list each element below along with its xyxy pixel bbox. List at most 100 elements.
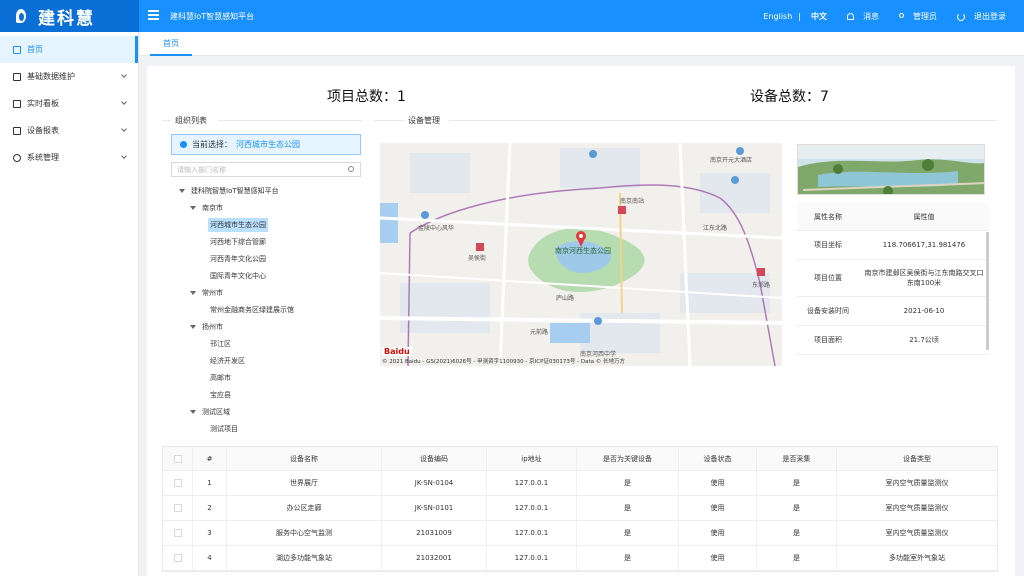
row-checkbox[interactable] (173, 504, 182, 512)
device-count: 设备总数：7 (750, 89, 829, 105)
top-bar: 建科慧 建科慧IoT智慧感知平台 English | 中文 消息 管理员 退出登… (0, 0, 1024, 32)
cell-type: 室内空气质量监测仪 (885, 479, 949, 487)
table-row[interactable]: 1 世界展厅 JK-SN-0104 127.0.0.1 是 使用 是 室内空气质… (163, 471, 997, 496)
user-button[interactable]: 管理员 (893, 11, 937, 22)
tree-node[interactable]: 扬州市 (171, 318, 361, 335)
tree-node-selected[interactable]: 河西城市生态公园 (171, 216, 361, 233)
project-map[interactable]: 南京河西生态公园 南京开元大酒店 吴侯街 金陵中心风华 庐山路 东郊路 江东北路… (380, 143, 782, 366)
menu-toggle-icon[interactable] (148, 10, 159, 20)
device-mgmt-title: 设备管理 (408, 116, 440, 125)
table-row[interactable]: 4 湖边多功能气象站 21032001 127.0.0.1 是 使用 是 多功能… (163, 546, 997, 571)
property-row: 项目面积 21.7公顷 (797, 326, 989, 355)
tree-node[interactable]: 邗江区 (171, 335, 361, 352)
column-header: 设备状态 (679, 447, 757, 470)
search-icon[interactable] (348, 166, 354, 172)
column-header: 是否为关键设备 (577, 447, 679, 470)
search-placeholder: 请输入部门名称 (177, 165, 226, 174)
cell-name: 世界展厅 (227, 471, 382, 495)
select-all-cell (163, 447, 193, 470)
sidebar-item-label: 基础数据维护 (27, 72, 75, 81)
info-icon (180, 141, 187, 148)
chevron-down-icon (121, 126, 127, 132)
cell-status: 使用 (679, 471, 757, 495)
cell-name: 办公区走廊 (227, 496, 382, 520)
row-checkbox[interactable] (173, 554, 182, 562)
cell-status: 使用 (679, 496, 757, 520)
sidebar-item-reports[interactable]: 设备报表 (0, 117, 138, 144)
row-select-cell (163, 546, 193, 570)
select-all-checkbox[interactable] (173, 454, 182, 463)
dept-search-input[interactable]: 请输入部门名称 (171, 162, 361, 177)
cell-ip: 127.0.0.1 (487, 546, 577, 570)
park-aerial-image (798, 145, 984, 194)
cell-code: 21032001 (382, 546, 487, 570)
tree-node[interactable]: 河西青年文化公园 (171, 250, 361, 267)
tree-node[interactable]: 南京市 (171, 199, 361, 216)
sidebar: 首页 基础数据维护 实时看板 设备报表 系统管理 (0, 32, 139, 576)
cell-index: 1 (193, 471, 227, 495)
project-count: 项目总数：1 (327, 89, 406, 105)
tree-node[interactable]: 建科院智慧IoT智慧感知平台 (171, 182, 361, 199)
cell-index: 3 (193, 521, 227, 545)
sidebar-item-system[interactable]: 系统管理 (0, 144, 138, 171)
tree-node[interactable]: 国际青年文化中心 (171, 267, 361, 284)
tree-node[interactable]: 测试项目 (171, 420, 361, 437)
property-scrollbar[interactable] (986, 232, 989, 350)
sidebar-item-basic-data[interactable]: 基础数据维护 (0, 63, 138, 90)
tree-node[interactable]: 河西地下综合管廊 (171, 233, 361, 250)
messages-button[interactable]: 消息 (841, 11, 879, 22)
power-icon (957, 12, 965, 21)
table-row[interactable]: 2 办公区走廊 JK-SN-0101 127.0.0.1 是 使用 是 室内空气… (163, 496, 997, 521)
column-header: 设备编码 (382, 447, 487, 470)
logout-button[interactable]: 退出登录 (951, 11, 1006, 22)
property-row: 项目位置 南京市建邺区吴侯街与江东南路交叉口东南100米 (797, 260, 989, 297)
logo[interactable]: 建科慧 (0, 0, 139, 32)
tree-node[interactable]: 高邮市 (171, 369, 361, 386)
row-checkbox[interactable] (173, 479, 182, 487)
tree-node[interactable]: 宝应县 (171, 386, 361, 403)
tree-node[interactable]: 常州市 (171, 284, 361, 301)
logout-label: 退出登录 (974, 12, 1006, 21)
cell-key-device: 是 (577, 546, 679, 570)
board-icon (13, 99, 21, 108)
sidebar-item-label: 实时看板 (27, 99, 59, 108)
user-label: 管理员 (913, 12, 937, 21)
tree-node[interactable]: 经济开发区 (171, 352, 361, 369)
property-row: 项目坐标 118.706617,31.981476 (797, 231, 989, 260)
lang-chinese[interactable]: 中文 (811, 11, 827, 22)
tab-bar: 首页 (140, 32, 1024, 56)
property-value: 21.7公顷 (909, 336, 939, 344)
table-row[interactable]: 3 服务中心空气监测 21031009 127.0.0.1 是 使用 是 室内空… (163, 521, 997, 546)
map-label: 东郊路 (752, 282, 771, 289)
lang-english[interactable]: English (763, 12, 792, 21)
row-select-cell (163, 496, 193, 520)
cell-collect: 是 (757, 521, 837, 545)
tree-node[interactable]: 常州金融商务区绿建展示馆 (171, 301, 361, 318)
cell-ip: 127.0.0.1 (487, 471, 577, 495)
cell-ip: 127.0.0.1 (487, 496, 577, 520)
cell-name: 湖边多功能气象站 (227, 546, 382, 570)
row-checkbox[interactable] (173, 529, 182, 537)
divider (374, 120, 404, 121)
selection-value: 河西城市生态公园 (236, 140, 300, 149)
table-header: # 设备名称 设备编码 ip地址 是否为关键设备 设备状态 是否采集 设备类型 (163, 447, 997, 471)
map-label: 江东北路 (703, 225, 728, 232)
edit-icon (13, 72, 21, 81)
gear-icon (13, 153, 21, 162)
cell-key-device: 是 (577, 521, 679, 545)
sidebar-item-home[interactable]: 首页 (0, 36, 138, 63)
sidebar-item-dashboard[interactable]: 实时看板 (0, 90, 138, 117)
property-row: 设备安装时间 2021-06-10 (797, 297, 989, 326)
tree-node[interactable]: 测试区域 (171, 403, 361, 420)
tab-home[interactable]: 首页 (150, 32, 192, 56)
column-header: 是否采集 (757, 447, 837, 470)
cell-status: 使用 (679, 546, 757, 570)
caret-down-icon (190, 290, 196, 295)
divider (449, 120, 997, 121)
map-label: 金陵中心风华 (418, 225, 455, 232)
property-key: 设备安装时间 (807, 307, 849, 315)
divider (162, 120, 171, 121)
column-header: # (193, 447, 227, 470)
property-key: 项目面积 (814, 336, 842, 344)
logo-icon (14, 7, 30, 25)
